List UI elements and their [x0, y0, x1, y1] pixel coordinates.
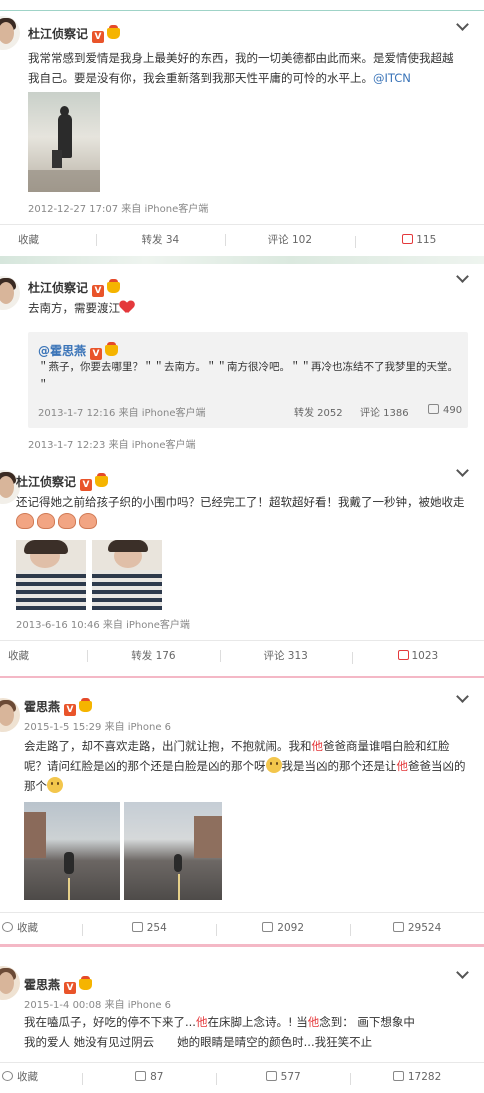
like-button[interactable]: 17282: [350, 1070, 484, 1085]
star-icon: [2, 922, 13, 932]
verified-icon: V: [64, 982, 77, 994]
post-4: 霍思燕 V 2015-1-5 15:29 来自 iPhone 6 会走路了，却不喜…: [0, 680, 484, 942]
post-meta: 2012-12-27 17:07 来自 iPhone客户端: [28, 204, 209, 215]
post-photo[interactable]: [92, 540, 162, 610]
comment-button[interactable]: 评论 313: [219, 648, 352, 663]
quoted-meta: 2013-1-7 12:16 来自 iPhone客户端: [38, 408, 206, 419]
post-photo[interactable]: [24, 802, 120, 900]
collect-button[interactable]: 收藏: [0, 232, 96, 247]
mention-link[interactable]: @ITCN: [373, 71, 411, 85]
like-button[interactable]: 29524: [350, 921, 484, 936]
user-name[interactable]: 霍思燕 V: [24, 698, 93, 716]
member-crown-icon: [79, 698, 93, 712]
post-5: 霍思燕 V 2015-1-4 00:08 来自 iPhone 6 我在嗑瓜子，好吃…: [0, 950, 484, 1093]
verified-icon: V: [92, 285, 105, 297]
action-bar: 收藏 转发 34 评论 102 115: [0, 224, 484, 254]
quoted-repost[interactable]: 转发 2052: [294, 404, 343, 419]
user-name[interactable]: 霍思燕 V: [24, 976, 93, 994]
post-meta: 2015-1-5 15:29 来自 iPhone 6: [24, 722, 172, 733]
avatar[interactable]: [0, 698, 20, 732]
sticker-icon: [16, 513, 34, 529]
sticker-icon: [58, 513, 76, 529]
member-crown-icon: [107, 25, 121, 39]
star-icon: [2, 1071, 13, 1081]
post-meta: 2015-1-4 00:08 来自 iPhone 6: [24, 1000, 172, 1011]
repost-button[interactable]: 转发 176: [87, 648, 219, 663]
sticker-icon: [37, 513, 55, 529]
member-crown-icon: [95, 473, 109, 487]
repost-button[interactable]: 87: [82, 1070, 216, 1085]
member-crown-icon: [105, 342, 119, 356]
quoted-text: ＂燕子，你要去哪里？＂＂去南方。＂＂南方很冷吧。＂＂再冷也冻结不了我梦里的天堂。…: [38, 361, 458, 391]
post-3: 杜江侦察记 V 还记得她之前给孩子织的小围巾吗？已经完工了！超软超好看！我戴了一秒…: [0, 456, 484, 676]
like-icon: [428, 404, 439, 414]
post-photo[interactable]: [124, 802, 222, 900]
repost-button[interactable]: 254: [82, 921, 216, 936]
like-icon: [397, 649, 409, 660]
verified-icon: V: [80, 479, 93, 491]
collect-button[interactable]: 收藏: [0, 1069, 82, 1084]
repost-button[interactable]: 转发 34: [95, 232, 225, 247]
post-1: 杜江侦察记 V 我常常感到爱情是我身上最美好的东西，我的一切美德都由此而来。是爱情…: [0, 0, 484, 262]
user-name[interactable]: 杜江侦察记 V: [16, 473, 109, 491]
verified-icon: V: [64, 704, 77, 716]
pink-divider: [0, 944, 484, 947]
section-divider: [0, 256, 484, 264]
emoji-icon: [47, 777, 63, 793]
like-button[interactable]: 1023: [351, 649, 484, 664]
avatar[interactable]: [0, 16, 20, 50]
post-photo[interactable]: [16, 540, 86, 610]
quoted-comment[interactable]: 评论 1386: [360, 404, 409, 419]
quoted-like[interactable]: 490: [428, 404, 462, 416]
post-text: 我常常感到爱情是我身上最美好的东西，我的一切美德都由此而来。是爱情使我超越我自己…: [28, 51, 454, 85]
post-photo[interactable]: [28, 92, 100, 192]
member-crown-icon: [79, 976, 93, 990]
chevron-down-icon[interactable]: [456, 464, 469, 477]
user-name[interactable]: 杜江侦察记 V: [28, 25, 121, 43]
chevron-down-icon[interactable]: [456, 18, 469, 31]
action-bar: 收藏 254 2092 29524: [0, 912, 484, 942]
action-bar: 收藏 87 577 17282: [0, 1062, 484, 1090]
chevron-down-icon[interactable]: [456, 966, 469, 979]
comment-button[interactable]: 2092: [216, 921, 350, 936]
comment-icon: [262, 921, 274, 932]
verified-icon: V: [92, 31, 105, 43]
comment-button[interactable]: 577: [216, 1070, 350, 1085]
post-meta: 2013-1-7 12:23 来自 iPhone客户端: [28, 440, 196, 451]
like-icon: [402, 233, 414, 244]
repost-icon: [131, 921, 143, 932]
user-name[interactable]: 杜江侦察记 V: [28, 279, 121, 297]
member-crown-icon: [107, 279, 121, 293]
chevron-down-icon[interactable]: [456, 270, 469, 283]
collect-button[interactable]: 收藏: [0, 648, 87, 663]
collect-button[interactable]: 收藏: [0, 920, 82, 935]
avatar[interactable]: [0, 966, 20, 1000]
pink-divider: [0, 676, 484, 678]
like-icon: [392, 1070, 404, 1081]
post-text: 我在嗑瓜子，好吃的停不下来了...他在床脚上念诗。! 当他念到： 画下想象中 我的…: [24, 1015, 415, 1049]
post-meta: 2013-6-16 10:46 来自 iPhone客户端: [16, 620, 190, 631]
avatar[interactable]: [0, 276, 20, 310]
action-bar: 收藏 转发 176 评论 313 1023: [0, 640, 484, 670]
post-text: 还记得她之前给孩子织的小围巾吗？已经完工了！超软超好看！我戴了一秒钟，被她收走: [16, 492, 466, 532]
post-text: 去南方，需要渡江: [28, 298, 428, 318]
heart-icon: [120, 301, 134, 314]
sticker-icon: [79, 513, 97, 529]
chevron-down-icon[interactable]: [456, 690, 469, 703]
post-2: 杜江侦察记 V 去南方，需要渡江 @霍思燕 V ＂燕子，你要去哪里？＂＂去南方。＂＂…: [0, 264, 484, 456]
emoji-icon: [265, 757, 282, 773]
like-icon: [392, 921, 404, 932]
quoted-post[interactable]: @霍思燕 V ＂燕子，你要去哪里？＂＂去南方。＂＂南方很冷吧。＂＂再冷也冻结不了我…: [28, 332, 468, 428]
post-text: 会走路了，却不喜欢走路，出门就让抱，不抱就闹。我和他爸爸商量谁唱白脸和红脸呢？请…: [24, 739, 466, 793]
like-button[interactable]: 115: [354, 233, 484, 248]
comment-icon: [265, 1070, 277, 1081]
repost-icon: [135, 1070, 147, 1081]
comment-button[interactable]: 评论 102: [225, 232, 354, 247]
